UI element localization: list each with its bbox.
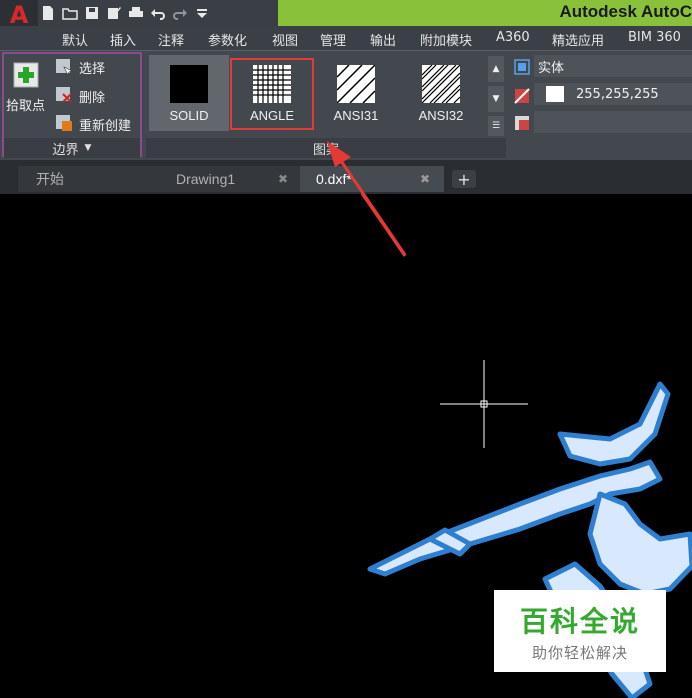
- tab-start[interactable]: 开始: [18, 166, 166, 192]
- crosshair-cursor-icon: [440, 360, 528, 448]
- pick-point-label[interactable]: 拾取点: [6, 95, 45, 114]
- tab-a360[interactable]: A360: [496, 30, 530, 45]
- tab-featured-apps[interactable]: 精选应用: [552, 30, 604, 49]
- hatch-type-icon: [514, 59, 530, 75]
- boundary-panel-title: 边界: [52, 142, 79, 158]
- pattern-solid[interactable]: SOLID: [149, 55, 229, 131]
- open-icon[interactable]: [62, 5, 78, 21]
- tab-annotate[interactable]: 注释: [158, 30, 184, 49]
- pattern-solid-label: SOLID: [169, 108, 209, 123]
- pattern-scroll-up-button[interactable]: ▲: [488, 56, 504, 82]
- recreate-label[interactable]: 重新创建: [79, 115, 131, 134]
- tab-drawing1-label: Drawing1: [176, 171, 236, 187]
- expand-gallery-icon: ☰: [491, 121, 501, 131]
- pattern-ansi32-label: ANSI32: [418, 108, 464, 123]
- chevron-up-icon: ▲: [492, 64, 500, 74]
- solid-swatch-icon: [170, 65, 208, 103]
- autocad-logo-icon: A: [9, 1, 29, 29]
- hatch-color-dropdown[interactable]: 255,255,255: [534, 83, 692, 105]
- saveas-icon[interactable]: [106, 5, 122, 21]
- hatch-type-value: 实体: [538, 60, 565, 76]
- pattern-ansi32[interactable]: ANSI32: [401, 55, 481, 131]
- tab-drawing1[interactable]: Drawing1 ✖: [160, 166, 302, 192]
- color-swatch: [546, 86, 564, 102]
- delete-label[interactable]: 删除: [79, 87, 105, 106]
- ansi32-hatch-swatch-icon: [422, 65, 460, 103]
- tab-default[interactable]: 默认: [62, 30, 88, 49]
- chevron-down-icon: ▼: [492, 94, 500, 104]
- app-title: Autodesk AutoC: [559, 2, 692, 21]
- tab-insert[interactable]: 插入: [110, 30, 136, 49]
- hatch-color-icon: [514, 88, 530, 104]
- pick-point-icon: [13, 62, 39, 88]
- pattern-gallery-expand-button[interactable]: ☰: [488, 116, 504, 136]
- close-icon[interactable]: ✖: [420, 172, 430, 186]
- chevron-down-icon: ▼: [84, 143, 92, 153]
- hatch-color-value: 255,255,255: [576, 86, 659, 102]
- redo-icon[interactable]: [172, 5, 188, 21]
- tab-output[interactable]: 输出: [370, 30, 396, 49]
- ribbon-tab-row: 默认 插入 注释 参数化 视图 管理 输出 附加模块 A360 精选应用 BIM…: [0, 26, 692, 50]
- pick-point-button-area[interactable]: [10, 60, 42, 90]
- watermark-badge: 百科全说 助你轻松解决: [494, 590, 666, 672]
- title-area: Autodesk AutoC: [278, 0, 692, 26]
- hatch-type-dropdown[interactable]: 实体: [534, 55, 692, 77]
- tab-addins[interactable]: 附加模块: [420, 30, 472, 49]
- tab-parametric[interactable]: 参数化: [208, 30, 247, 49]
- watermark-subtitle: 助你轻松解决: [531, 643, 628, 662]
- plus-icon: +: [457, 169, 471, 189]
- select-label[interactable]: 选择: [79, 58, 105, 77]
- quick-access-toolbar: [40, 2, 210, 24]
- save-icon[interactable]: [84, 5, 100, 21]
- recreate-boundary-icon[interactable]: [55, 114, 73, 132]
- tab-start-label: 开始: [36, 171, 64, 187]
- boundary-panel-footer[interactable]: 边界 ▼: [4, 138, 140, 158]
- close-icon[interactable]: ✖: [278, 172, 288, 186]
- pattern-ansi31[interactable]: ANSI31: [316, 55, 396, 131]
- print-icon[interactable]: [128, 5, 144, 21]
- ansi31-hatch-swatch-icon: [337, 65, 375, 103]
- tab-manage[interactable]: 管理: [320, 30, 346, 49]
- watermark-title: 百科全说: [519, 604, 640, 638]
- tab-bim360[interactable]: BIM 360: [628, 30, 681, 45]
- background-color-icon: [515, 116, 529, 130]
- pattern-ansi31-label: ANSI31: [333, 108, 379, 123]
- new-tab-button[interactable]: +: [452, 169, 476, 189]
- select-boundary-icon[interactable]: [55, 58, 73, 76]
- delete-boundary-icon[interactable]: [55, 86, 73, 104]
- undo-icon[interactable]: [150, 5, 166, 21]
- pattern-scroll-down-button[interactable]: ▼: [488, 86, 504, 112]
- tab-view[interactable]: 视图: [272, 30, 298, 49]
- red-arrow-icon: [327, 141, 407, 256]
- background-color-dropdown[interactable]: [534, 111, 692, 133]
- selected-pattern-highlight: [230, 58, 314, 130]
- customize-dropdown-icon[interactable]: [194, 5, 210, 21]
- new-icon[interactable]: [40, 5, 56, 21]
